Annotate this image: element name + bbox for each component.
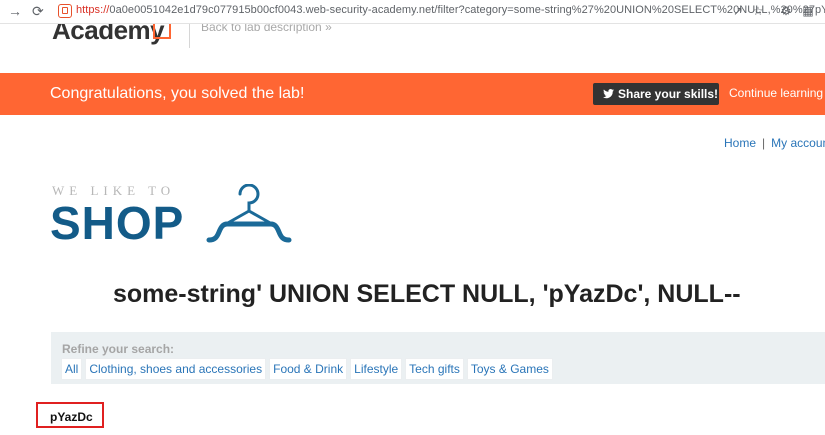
result-value: pYazDc <box>50 410 93 424</box>
filter-clothing[interactable]: Clothing, shoes and accessories <box>85 358 267 380</box>
shop-logo-text: SHOP <box>50 197 185 249</box>
filter-tech-gifts[interactable]: Tech gifts <box>405 358 464 380</box>
share-skills-label: Share your skills! <box>618 87 719 101</box>
solved-banner: Congratulations, you solved the lab! Sha… <box>0 73 825 115</box>
home-link[interactable]: Home <box>724 136 756 150</box>
account-nav: Home | My account <box>724 136 825 150</box>
forward-icon[interactable]: → <box>8 3 24 19</box>
refine-label: Refine your search: <box>62 342 175 356</box>
address-bar[interactable]: https://0a0e0051042e1d79c077915b00cf0043… <box>54 1 825 21</box>
browser-toolbar: → ⟳ https://0a0e0051042e1d79c077915b00cf… <box>0 0 825 24</box>
my-account-link[interactable]: My account <box>771 136 825 150</box>
url-protocol: https:// <box>76 4 110 16</box>
filter-toys-games[interactable]: Toys & Games <box>466 358 553 380</box>
academy-logo[interactable]: Academy <box>52 24 165 46</box>
filter-panel: Refine your search: All Clothing, shoes … <box>51 332 825 384</box>
continue-learning-label: Continue learning <box>729 86 824 100</box>
category-heading: some-string' UNION SELECT NULL, 'pYazDc'… <box>113 280 741 308</box>
share-page-icon[interactable]: ↗ <box>730 3 746 19</box>
extension-gear-icon[interactable]: ⚙ <box>778 3 794 19</box>
back-to-lab-label: Back to lab description <box>201 24 322 34</box>
bookmark-star-icon[interactable]: ☆ <box>750 3 766 19</box>
back-to-lab-link[interactable]: Back to lab description » <box>201 24 332 34</box>
continue-learning-link[interactable]: Continue learning » <box>729 86 825 100</box>
not-secure-icon[interactable] <box>58 4 72 18</box>
academy-header: Academy Back to lab description » <box>0 24 825 73</box>
extensions-puzzle-icon[interactable]: ▦ <box>800 3 816 19</box>
banner-message: Congratulations, you solved the lab! <box>50 85 305 102</box>
reload-icon[interactable]: ⟳ <box>32 3 48 19</box>
filter-lifestyle[interactable]: Lifestyle <box>350 358 403 380</box>
filter-all[interactable]: All <box>61 358 83 380</box>
filter-food-drink[interactable]: Food & Drink <box>269 358 348 380</box>
header-divider <box>189 24 190 48</box>
share-skills-button[interactable]: Share your skills! <box>593 83 719 105</box>
academy-logo-mark <box>153 24 171 39</box>
url-text[interactable]: https://0a0e0051042e1d79c077915b00cf0043… <box>76 4 825 16</box>
category-filter-list: All Clothing, shoes and accessories Food… <box>61 358 553 380</box>
url-rest: 0a0e0051042e1d79c077915b00cf0043.web-sec… <box>109 4 825 16</box>
nav-separator: | <box>762 136 766 150</box>
hanger-icon <box>206 184 292 243</box>
twitter-icon <box>603 89 614 99</box>
